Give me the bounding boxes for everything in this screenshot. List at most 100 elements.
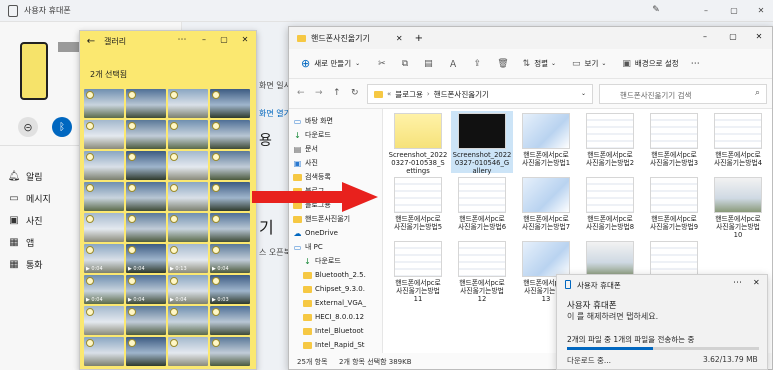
select-checkbox[interactable]: [128, 153, 136, 161]
tab-title[interactable]: 핸드폰사진옮기기: [311, 33, 370, 44]
select-checkbox[interactable]: [86, 277, 94, 285]
select-checkbox[interactable]: [128, 91, 136, 99]
back-arrow-icon[interactable]: ←: [84, 36, 98, 47]
photo-thumbnail[interactable]: [168, 120, 208, 149]
select-checkbox[interactable]: [212, 184, 220, 192]
photo-thumbnail[interactable]: [126, 337, 166, 366]
close-icon[interactable]: ✕: [753, 278, 760, 287]
photo-thumbnail[interactable]: [84, 151, 124, 180]
photo-thumbnail[interactable]: ▶ 0:04: [126, 244, 166, 273]
select-checkbox[interactable]: [170, 277, 178, 285]
select-checkbox[interactable]: [86, 91, 94, 99]
new-button[interactable]: 새로 만들기: [314, 58, 351, 69]
nav-apps[interactable]: ▦ 앱: [8, 234, 34, 250]
maximize-icon[interactable]: ▢: [728, 4, 740, 16]
rename-icon[interactable]: Ａ: [449, 57, 458, 70]
photo-thumbnail[interactable]: ▶ 0:04: [168, 275, 208, 304]
close-icon[interactable]: ✕: [755, 4, 767, 16]
nav-item[interactable]: ↓ 다운로드: [293, 129, 331, 141]
refresh-icon[interactable]: ↻: [351, 88, 359, 98]
select-checkbox[interactable]: [86, 339, 94, 347]
photo-thumbnail[interactable]: [210, 89, 250, 118]
select-checkbox[interactable]: [212, 91, 220, 99]
photo-thumbnail[interactable]: [168, 306, 208, 335]
select-checkbox[interactable]: [86, 122, 94, 130]
file-item[interactable]: 핸드폰에서pc로 사진옮기는방법3: [643, 111, 705, 173]
tab-close-icon[interactable]: ✕: [396, 34, 403, 43]
more-icon[interactable]: ⋯: [733, 278, 742, 288]
nav-item[interactable]: Bluetooth_2.5.: [303, 269, 366, 281]
photo-thumbnail[interactable]: [126, 306, 166, 335]
new-tab-button[interactable]: +: [415, 33, 423, 44]
photo-thumbnail[interactable]: [126, 89, 166, 118]
overflow-icon[interactable]: «: [387, 90, 391, 98]
select-checkbox[interactable]: [170, 91, 178, 99]
select-checkbox[interactable]: [212, 122, 220, 130]
share-icon[interactable]: ⇪: [474, 59, 482, 69]
file-item[interactable]: 핸드폰에서pc로 사진옮기는방법4: [707, 111, 769, 173]
photo-thumbnail[interactable]: [126, 151, 166, 180]
photo-thumbnail[interactable]: ▶ 0:03: [210, 275, 250, 304]
cut-icon[interactable]: ✂: [378, 59, 386, 69]
photo-thumbnail[interactable]: [84, 120, 124, 149]
select-checkbox[interactable]: [128, 122, 136, 130]
nav-item[interactable]: ↓ 다운로드: [303, 255, 341, 267]
up-icon[interactable]: ↑: [333, 88, 341, 98]
photo-thumbnail[interactable]: [168, 151, 208, 180]
file-item[interactable]: Screenshot_2022 0327-010538_S ettings: [387, 111, 449, 175]
photo-thumbnail[interactable]: [84, 182, 124, 211]
photo-thumbnail[interactable]: [168, 213, 208, 242]
select-checkbox[interactable]: [128, 277, 136, 285]
select-checkbox[interactable]: [128, 246, 136, 254]
nav-calls[interactable]: ▦ 통화: [8, 256, 42, 272]
select-checkbox[interactable]: [170, 122, 178, 130]
select-checkbox[interactable]: [86, 308, 94, 316]
photo-thumbnail[interactable]: [210, 213, 250, 242]
photo-thumbnail[interactable]: [126, 182, 166, 211]
select-checkbox[interactable]: [128, 184, 136, 192]
photo-thumbnail[interactable]: [168, 337, 208, 366]
nav-item[interactable]: Intel_Bluetoot: [303, 325, 364, 337]
file-item[interactable]: 핸드폰에서pc로 사진옮기는방법1: [515, 111, 577, 173]
select-checkbox[interactable]: [86, 184, 94, 192]
file-item[interactable]: Screenshot_2022 0327-010546_G allery: [451, 111, 513, 175]
photo-thumbnail[interactable]: [210, 337, 250, 366]
paste-icon[interactable]: ▤: [424, 59, 433, 69]
select-checkbox[interactable]: [128, 215, 136, 223]
file-item[interactable]: 핸드폰에서pc로 사진옮기는방법 11: [387, 239, 449, 303]
nav-item[interactable]: Intel_Rapid_St: [303, 339, 365, 351]
delete-icon[interactable]: 🗑︎: [497, 59, 508, 69]
close-icon[interactable]: ✕: [753, 32, 765, 41]
nav-item[interactable]: ▭ 바탕 화면: [293, 115, 333, 127]
photo-thumbnail[interactable]: [210, 182, 250, 211]
nav-item[interactable]: ▤ 문서: [293, 143, 318, 155]
photo-thumbnail[interactable]: [84, 306, 124, 335]
nav-item[interactable]: ▣ 사진: [293, 157, 318, 169]
minimize-icon[interactable]: –: [198, 35, 210, 44]
breadcrumb-part[interactable]: 블로그용: [395, 89, 423, 100]
select-checkbox[interactable]: [170, 246, 178, 254]
photo-thumbnail[interactable]: [168, 182, 208, 211]
breadcrumb-part[interactable]: 핸드폰사진옮기기: [434, 89, 489, 100]
photo-thumbnail[interactable]: [126, 120, 166, 149]
select-checkbox[interactable]: [170, 184, 178, 192]
nav-messages[interactable]: ▭ 메시지: [8, 190, 51, 206]
select-checkbox[interactable]: [212, 339, 220, 347]
bg-link[interactable]: 화면 열기: [259, 108, 291, 119]
select-checkbox[interactable]: [86, 153, 94, 161]
minimize-icon[interactable]: –: [699, 32, 711, 41]
file-item[interactable]: 핸드폰에서pc로 사진옮기는방법8: [579, 175, 641, 237]
file-item[interactable]: 핸드폰에서pc로 사진옮기는방법2: [579, 111, 641, 173]
chevron-down-icon[interactable]: ⌄: [581, 90, 586, 97]
bluetooth-button[interactable]: ᛒ: [52, 117, 72, 137]
select-checkbox[interactable]: [86, 246, 94, 254]
select-checkbox[interactable]: [212, 153, 220, 161]
file-item[interactable]: 핸드폰에서pc로 사진옮기는방법7: [515, 175, 577, 237]
file-item[interactable]: 핸드폰에서pc로 사진옮기는방법6: [451, 175, 513, 237]
file-item[interactable]: 핸드폰에서pc로 사진옮기는방법5: [387, 175, 449, 237]
select-checkbox[interactable]: [212, 277, 220, 285]
photo-thumbnail[interactable]: [126, 213, 166, 242]
select-checkbox[interactable]: [212, 215, 220, 223]
select-checkbox[interactable]: [170, 215, 178, 223]
search-box[interactable]: 핸드폰사진옮기기 검색 ⌕: [599, 84, 767, 104]
